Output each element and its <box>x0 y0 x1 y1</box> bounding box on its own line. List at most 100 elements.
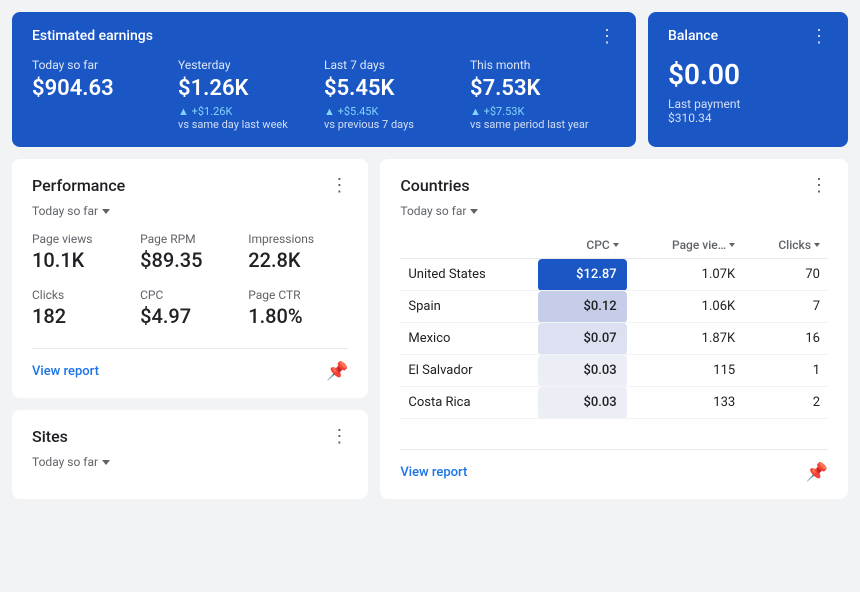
metric-clicks-label: Clicks <box>32 288 132 302</box>
table-row: Costa Rica$0.031332 <box>400 387 828 419</box>
metric-impressions-label: Impressions <box>248 232 348 246</box>
earnings-7days-value: $5.45K <box>324 76 450 102</box>
countries-period-selector[interactable]: Today so far <box>400 204 828 218</box>
table-row: Mexico$0.071.87K16 <box>400 323 828 355</box>
countries-title: Countries <box>400 176 469 195</box>
country-name-cell: Spain <box>400 291 537 323</box>
clicks-cell: 1 <box>743 355 828 387</box>
countries-table: CPC Page vie… Clicks <box>400 232 828 419</box>
country-name-cell: Costa Rica <box>400 387 537 419</box>
country-name-cell: El Salvador <box>400 355 537 387</box>
metric-clicks-value: 182 <box>32 304 132 328</box>
clicks-cell: 2 <box>743 387 828 419</box>
pageviews-sort[interactable]: Page vie… <box>672 238 735 252</box>
countries-period-arrow <box>470 209 478 214</box>
country-name-cell: Mexico <box>400 323 537 355</box>
pageviews-col-label: Page vie… <box>672 238 726 252</box>
earnings-yesterday-value: $1.26K <box>178 76 304 102</box>
countries-header: Countries ⋮ <box>400 175 828 196</box>
earnings-grid: Today so far $904.63 Yesterday $1.26K ▲ … <box>32 58 616 131</box>
table-row: Spain$0.121.06K7 <box>400 291 828 323</box>
countries-col-cpc[interactable]: CPC <box>538 232 627 259</box>
earnings-card: Estimated earnings ⋮ Today so far $904.6… <box>12 12 636 147</box>
balance-card: Balance ⋮ $0.00 Last payment $310.34 <box>648 12 848 147</box>
clicks-sort-arrow <box>814 243 820 247</box>
earnings-7days: Last 7 days $5.45K ▲ +$5.45K vs previous… <box>324 58 470 131</box>
balance-value: $0.00 <box>668 58 828 91</box>
clicks-cell: 70 <box>743 259 828 291</box>
countries-col-pageviews[interactable]: Page vie… <box>627 232 743 259</box>
earnings-month-label: This month <box>470 58 596 72</box>
earnings-yesterday: Yesterday $1.26K ▲ +$1.26K vs same day l… <box>178 58 324 131</box>
metric-impressions-value: 22.8K <box>248 248 348 272</box>
earnings-today-value: $904.63 <box>32 76 158 102</box>
metric-page-ctr-label: Page CTR <box>248 288 348 302</box>
metric-page-rpm-value: $89.35 <box>140 248 240 272</box>
balance-menu-icon[interactable]: ⋮ <box>810 28 828 46</box>
performance-header: Performance ⋮ <box>32 175 348 196</box>
performance-period-arrow <box>102 209 110 214</box>
earnings-menu-icon[interactable]: ⋮ <box>598 28 616 46</box>
metric-page-views-label: Page views <box>32 232 132 246</box>
earnings-7days-change: ▲ +$5.45K vs previous 7 days <box>324 105 450 131</box>
country-name-cell: United States <box>400 259 537 291</box>
metric-page-rpm: Page RPM $89.35 <box>140 232 240 272</box>
countries-col-clicks[interactable]: Clicks <box>743 232 828 259</box>
clicks-cell: 7 <box>743 291 828 323</box>
performance-period-selector[interactable]: Today so far <box>32 204 110 218</box>
earnings-yesterday-change-value: ▲ +$1.26K <box>178 105 232 118</box>
pageviews-sort-arrow <box>729 243 735 247</box>
sites-menu-icon[interactable]: ⋮ <box>330 426 348 447</box>
balance-title: Balance <box>668 28 718 44</box>
sites-card: Sites ⋮ Today so far <box>12 410 368 499</box>
earnings-7days-change-value: ▲ +$5.45K <box>324 105 378 118</box>
earnings-month-change: ▲ +$7.53K vs same period last year <box>470 105 596 131</box>
cpc-col-label: CPC <box>586 238 609 252</box>
performance-card: Performance ⋮ Today so far Page views 10… <box>12 159 368 398</box>
sites-header: Sites ⋮ <box>32 426 348 447</box>
performance-view-report-row: View report 📌 <box>32 348 348 382</box>
clicks-sort[interactable]: Clicks <box>778 238 820 252</box>
metric-page-rpm-label: Page RPM <box>140 232 240 246</box>
metric-cpc-label: CPC <box>140 288 240 302</box>
balance-card-header: Balance ⋮ <box>668 28 828 46</box>
page-views-cell: 133 <box>627 387 743 419</box>
countries-col-country <box>400 232 537 259</box>
earnings-today-label: Today so far <box>32 58 158 72</box>
performance-period-label: Today so far <box>32 204 98 218</box>
performance-menu-icon[interactable]: ⋮ <box>330 175 348 196</box>
page-views-cell: 1.06K <box>627 291 743 323</box>
countries-period-label: Today so far <box>400 204 466 218</box>
earnings-7days-sub: vs previous 7 days <box>324 118 414 131</box>
performance-title: Performance <box>32 176 125 195</box>
countries-table-body: United States$12.871.07K70Spain$0.121.06… <box>400 259 828 419</box>
performance-view-report-link[interactable]: View report <box>32 364 99 379</box>
table-row: United States$12.871.07K70 <box>400 259 828 291</box>
balance-sub-label: Last payment <box>668 97 740 111</box>
countries-pin-icon: 📌 <box>806 462 828 483</box>
bottom-row: Performance ⋮ Today so far Page views 10… <box>12 159 848 499</box>
metric-page-views-value: 10.1K <box>32 248 132 272</box>
countries-card: Countries ⋮ Today so far CPC <box>380 159 848 499</box>
top-row: Estimated earnings ⋮ Today so far $904.6… <box>12 12 848 147</box>
metric-cpc-value: $4.97 <box>140 304 240 328</box>
countries-view-report-row: View report 📌 <box>400 449 828 483</box>
earnings-month-change-value: ▲ +$7.53K <box>470 105 524 118</box>
earnings-month-value: $7.53K <box>470 76 596 102</box>
sites-period-label: Today so far <box>32 455 98 469</box>
metric-page-ctr: Page CTR 1.80% <box>248 288 348 328</box>
earnings-title: Estimated earnings <box>32 28 153 44</box>
clicks-col-label: Clicks <box>778 238 811 252</box>
sites-period-selector[interactable]: Today so far <box>32 455 110 469</box>
balance-sub: Last payment $310.34 <box>668 97 828 125</box>
earnings-today: Today so far $904.63 <box>32 58 178 131</box>
earnings-yesterday-sub: vs same day last week <box>178 118 288 131</box>
performance-pin-icon: 📌 <box>326 361 348 382</box>
countries-view-report-link[interactable]: View report <box>400 465 467 480</box>
cpc-sort[interactable]: CPC <box>586 238 618 252</box>
page-views-cell: 1.87K <box>627 323 743 355</box>
cpc-cell: $0.07 <box>538 323 627 355</box>
countries-menu-icon[interactable]: ⋮ <box>810 175 828 196</box>
metric-page-ctr-value: 1.80% <box>248 304 348 328</box>
earnings-7days-label: Last 7 days <box>324 58 450 72</box>
